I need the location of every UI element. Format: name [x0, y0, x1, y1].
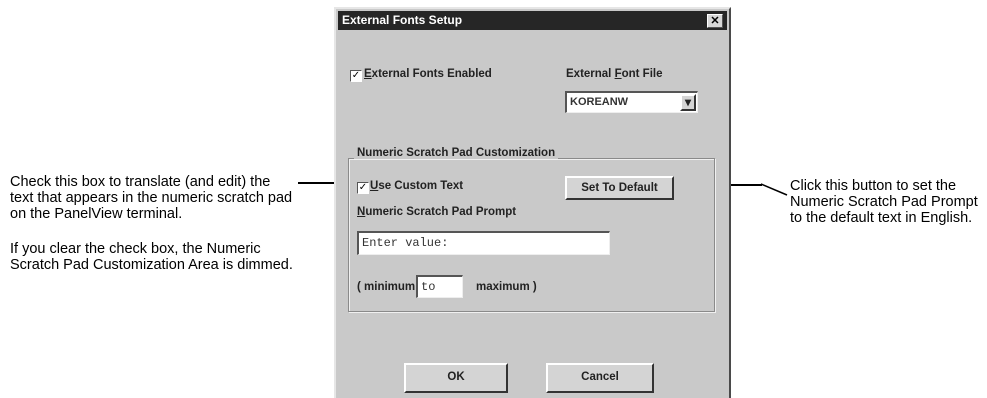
ok-button[interactable]: OK [404, 363, 508, 393]
external-font-file-label: External Font File [566, 68, 663, 80]
range-separator-input[interactable]: to [416, 275, 463, 298]
right-leader-diagonal [760, 183, 788, 196]
range-minimum-label: ( minimum [357, 281, 416, 293]
left-callout-note: If you clear the check box, the Numeric … [10, 241, 293, 273]
cancel-button[interactable]: Cancel [546, 363, 654, 393]
use-custom-text-label: Use Custom Text [370, 180, 464, 192]
left-callout-text: Check this box to translate (and edit) t… [10, 174, 293, 222]
right-callout-text: Click this button to set the Numeric Scr… [790, 178, 978, 226]
external-fonts-setup-dialog: External Fonts Setup ✕ ✓ External Fonts … [334, 7, 731, 398]
external-fonts-enabled-checkbox[interactable]: ✓ [350, 70, 362, 82]
left-callout: Check this box to translate (and edit) t… [10, 174, 295, 273]
range-maximum-label: maximum ) [476, 281, 537, 293]
dialog-title: External Fonts Setup [342, 13, 463, 27]
right-callout: Click this button to set the Numeric Scr… [790, 178, 985, 226]
external-font-file-select[interactable]: KOREANW ▾ [565, 91, 698, 113]
use-custom-text-checkbox[interactable]: ✓ [357, 182, 369, 194]
chevron-down-icon[interactable]: ▾ [680, 94, 696, 111]
checkmark-icon: ✓ [351, 70, 361, 81]
dialog-titlebar: External Fonts Setup ✕ [338, 11, 727, 30]
group-title: Numeric Scratch Pad Customization [354, 147, 559, 159]
close-icon[interactable]: ✕ [707, 14, 723, 28]
prompt-input[interactable]: Enter value: [357, 231, 610, 255]
external-fonts-enabled-label: External Fonts Enabled [364, 68, 492, 80]
prompt-label: Numeric Scratch Pad Prompt [357, 206, 517, 218]
set-to-default-button[interactable]: Set To Default [565, 176, 674, 200]
font-file-value: KOREANW [570, 96, 629, 108]
checkmark-icon: ✓ [358, 182, 368, 193]
